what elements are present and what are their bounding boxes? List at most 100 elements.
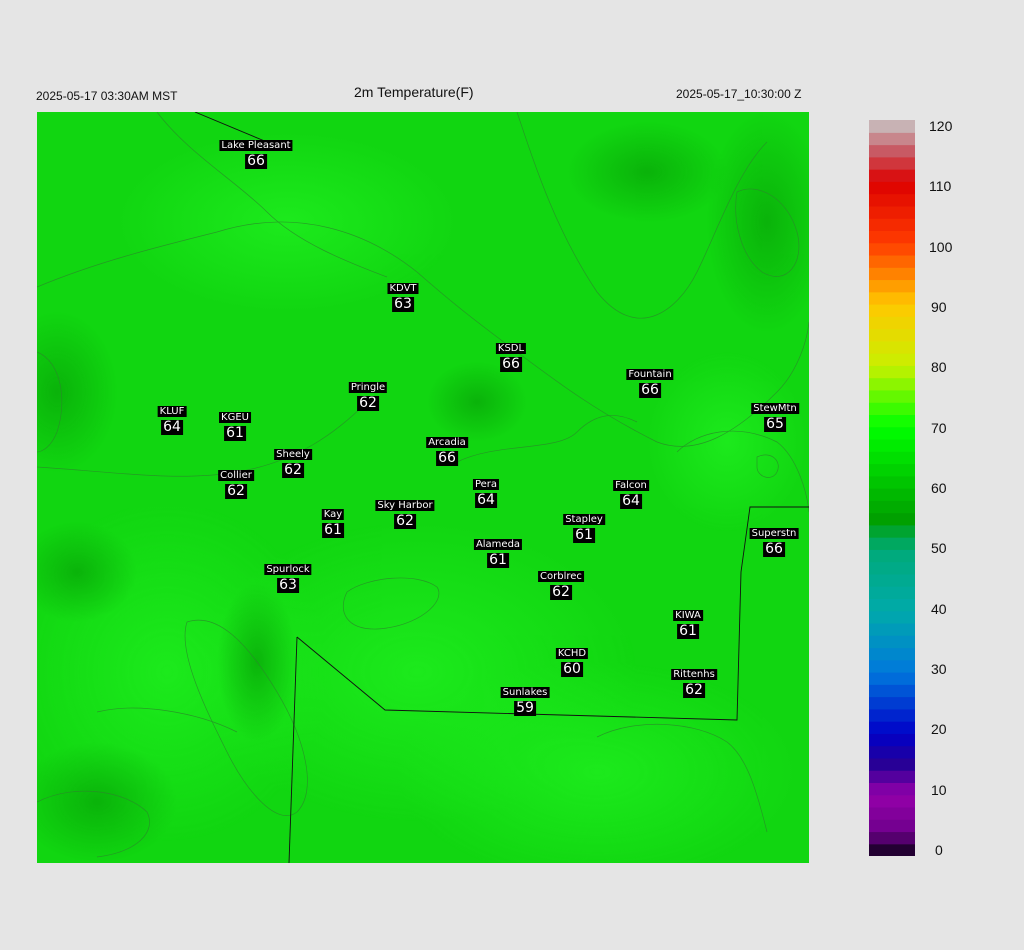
station-name: KSDL [495,343,527,354]
colorbar-segment [869,328,915,342]
colorbar-segment [869,635,915,649]
colorbar-tick-label: 110 [929,178,952,195]
colorbar-segment [869,426,915,440]
colorbar-segment [869,721,915,734]
colorbar-segment [869,218,915,231]
colorbar-segment [869,610,915,624]
station-name: KGEU [219,412,251,423]
colorbar-segment [869,843,915,856]
station-temperature: 62 [394,513,416,529]
station-temperature: 62 [357,395,379,411]
station-temperature: 66 [436,450,458,466]
station-temperature: 61 [487,552,509,568]
station-name: Falcon [613,480,649,491]
station-temperature: 63 [277,577,299,593]
colorbar-tick-label: 20 [931,721,947,738]
colorbar-segment [869,353,915,366]
station-temperature: 66 [763,541,785,557]
colorbar-tick-label: 0 [935,842,943,858]
colorbar-segment [869,500,915,514]
colorbar-tick-label: 120 [929,118,953,134]
colorbar-segment [869,512,915,526]
station-name: Kay [321,509,345,520]
colorbar-tick-label: 30 [931,661,947,677]
colorbar-segment [869,193,915,207]
station-name: Arcadia [426,437,468,448]
station-name: KLUF [157,406,187,417]
colorbar-segment [869,672,915,685]
colorbar-segment [869,733,915,747]
station-name: KIWA [673,610,703,621]
station-name: Spurlock [264,564,312,575]
station-name: Rittenhs [671,669,717,680]
colorbar-segment [869,549,915,563]
colorbar-segment [869,451,915,465]
temperature-map: Lake Pleasant 66 KDVT 63 KSDL 66 Fountain 66 Pri… [37,112,809,863]
colorbar-segment [869,463,915,477]
colorbar-tick-label: 100 [929,238,953,255]
colorbar-segment [869,144,915,158]
colorbar-segment [869,279,915,293]
station-temperature: 61 [573,527,595,543]
colorbar-segment [869,402,915,415]
station-name: KDVT [387,283,419,294]
colorbar-segment [869,316,915,330]
colorbar-tick-label: 50 [931,540,947,557]
colorbar-segment [869,230,915,244]
colorbar-segment [869,377,915,391]
colorbar-segment [869,120,915,133]
colorbar-segment [869,696,915,710]
station-temperature: 59 [514,700,536,716]
colorbar-segment [869,573,915,587]
colorbar-segment [869,414,915,428]
station-temperature: 62 [225,483,247,499]
colorbar-segment [869,267,915,281]
colorbar-segment [869,757,915,771]
station-name: Stapley [563,514,605,525]
colorbar-segment [869,181,915,195]
colorbar-segment [869,819,915,833]
colorbar-segment [869,622,915,636]
colorbar-segment [869,794,915,808]
colorbar-segment [869,806,915,820]
colorbar-segment [869,340,915,354]
station-temperature: 62 [282,462,304,478]
colorbar-segment [869,291,915,305]
station-name: Sky Harbor [375,500,435,511]
colorbar-segment [869,254,915,268]
colorbar-tick-label: 90 [931,299,947,315]
colorbar-tick-label: 60 [931,480,947,496]
station-temperature: 66 [245,153,267,169]
colorbar-segment [869,537,915,550]
station-name: Lake Pleasant [219,140,293,151]
colorbar-tick-label: 70 [931,419,947,436]
station-name: Alameda [473,539,523,550]
station-name: Pringle [348,382,388,393]
local-time-label: 2025-05-17 03:30AM MST [36,89,178,103]
colorbar-segment [869,475,915,489]
station-temperature: 62 [550,584,572,600]
station-name: Pera [472,479,500,490]
colorbar-segment [869,561,915,575]
station-temperature: 60 [561,661,583,677]
colorbar-tick-label: 40 [931,600,947,617]
colorbar-segment [869,586,915,599]
station-temperature: 66 [639,382,661,398]
station-temperature: 63 [392,296,414,312]
map-title: 2m Temperature(F) [354,84,474,100]
station-name: Corblrec [538,571,584,582]
station-temperature: 61 [224,425,246,441]
colorbar-segment [869,488,915,501]
colorbar-segment [869,647,915,661]
colorbar-segment [869,205,915,219]
utc-time-label: 2025-05-17_10:30:00 Z [676,87,802,101]
temperature-colorbar [869,120,915,856]
colorbar-segment [869,831,915,845]
station-temperature: 62 [683,682,705,698]
colorbar-segment [869,684,915,698]
colorbar-segment [869,770,915,783]
colorbar-segment [869,438,915,452]
colorbar-segment [869,132,915,146]
station-temperature: 66 [500,356,522,372]
colorbar-segment [869,304,915,317]
